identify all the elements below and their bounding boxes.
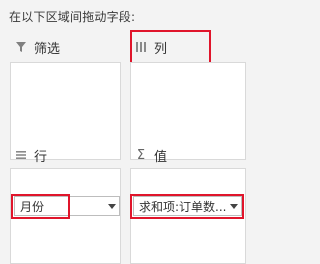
filter-area-label: 筛选 xyxy=(34,41,61,57)
rows-area-header: 行 xyxy=(14,146,48,165)
rows-icon xyxy=(14,148,28,162)
rows-field-pill[interactable]: 月份 xyxy=(14,196,120,216)
values-area-label: 值 xyxy=(154,149,168,165)
values-field-pill[interactable]: 求和项:订单数... xyxy=(133,196,242,216)
sigma-icon: Σ xyxy=(136,147,146,163)
values-area-header: Σ 值 xyxy=(134,146,168,165)
columns-area-label: 列 xyxy=(154,41,168,57)
filter-icon xyxy=(14,40,28,54)
drag-instruction: 在以下区域间拖动字段: xyxy=(9,10,136,24)
rows-dropzone[interactable] xyxy=(10,168,121,264)
chevron-down-icon[interactable] xyxy=(227,197,241,215)
columns-area-header: 列 xyxy=(134,38,168,57)
rows-field-label: 月份 xyxy=(20,199,45,214)
rows-area-label: 行 xyxy=(34,149,48,165)
filter-area-header: 筛选 xyxy=(14,38,61,57)
values-field-label: 求和项:订单数... xyxy=(139,199,227,214)
values-dropzone[interactable] xyxy=(130,168,246,264)
chevron-down-icon[interactable] xyxy=(105,197,119,215)
pivot-field-areas-panel: 在以下区域间拖动字段: 筛选 列 行 月份 Σ 值 求和项:订单数... xyxy=(0,0,255,264)
columns-icon xyxy=(134,40,148,54)
